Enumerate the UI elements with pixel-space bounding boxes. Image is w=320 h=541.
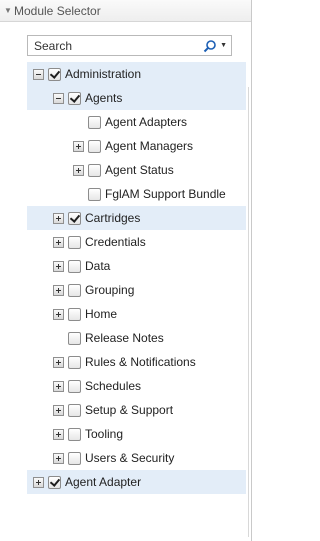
expand-plus-icon[interactable] [53,284,64,296]
tree-item-label[interactable]: Credentials [85,235,146,249]
tree-row[interactable]: Credentials [27,230,246,254]
tree-checkbox[interactable] [68,427,81,441]
expand-plus-icon[interactable] [53,308,64,320]
tree-row[interactable]: Home [27,302,246,326]
tree-item-label[interactable]: Agent Adapters [105,115,187,129]
tree-row[interactable]: Setup & Support [27,398,246,422]
tree-checkbox[interactable] [68,355,81,369]
expand-plus-icon[interactable] [53,404,64,416]
tree-row[interactable]: Grouping [27,278,246,302]
content-divider [248,87,249,537]
tree-checkbox[interactable] [68,403,81,417]
tree-checkbox[interactable] [48,475,61,489]
tree-item-label[interactable]: Setup & Support [85,403,173,417]
tree-checkbox[interactable] [68,211,81,225]
expand-plus-icon[interactable] [53,212,64,224]
tree-row[interactable]: Cartridges [27,206,246,230]
tree-checkbox[interactable] [68,283,81,297]
search-icon [203,39,216,52]
tree-item-label[interactable]: Home [85,307,117,321]
tree-item-label[interactable]: Data [85,259,110,273]
tree-item-label[interactable]: Agent Adapter [65,475,141,489]
tree-item-label[interactable]: Cartridges [85,211,140,225]
tree-item-label[interactable]: Agent Status [105,163,174,177]
tree-checkbox[interactable] [68,91,81,105]
module-selector-panel: ▼ Module Selector ▼ Administration Agents… [0,0,252,541]
tree-row[interactable]: Release Notes [27,326,246,350]
tree-checkbox[interactable] [88,163,101,177]
tree-item-label[interactable]: Agent Managers [105,139,193,153]
module-tree: Administration Agents Agent Adapters Agent … [27,62,252,541]
expand-plus-icon[interactable] [53,356,64,368]
tree-row[interactable]: Users & Security [27,446,246,470]
expand-plus-icon[interactable] [53,380,64,392]
collapse-minus-icon[interactable] [33,68,44,80]
search-options-button[interactable]: ▼ [203,37,227,54]
tree-row[interactable]: Agent Adapters [27,110,246,134]
tree-checkbox[interactable] [88,139,101,153]
tree-row[interactable]: Agent Adapter [27,470,246,494]
tree-row[interactable]: Tooling [27,422,246,446]
tree-item-label[interactable]: Tooling [85,427,123,441]
expand-plus-icon[interactable] [53,260,64,272]
tree-item-label[interactable]: FglAM Support Bundle [105,187,226,201]
chevron-down-icon: ▼ [220,42,227,49]
tree-item-label[interactable]: Administration [65,67,141,81]
tree-checkbox[interactable] [88,115,101,129]
tree-row[interactable]: Agent Status [27,158,246,182]
expand-plus-icon[interactable] [53,428,64,440]
tree-row[interactable]: Schedules [27,374,246,398]
tree-row[interactable]: FglAM Support Bundle [27,182,246,206]
panel-title: Module Selector [14,3,101,18]
collapse-minus-icon[interactable] [53,92,64,104]
tree-item-label[interactable]: Release Notes [85,331,164,345]
expand-plus-icon[interactable] [73,164,84,176]
tree-item-label[interactable]: Schedules [85,379,141,393]
tree-checkbox[interactable] [68,331,81,345]
tree-item-label[interactable]: Grouping [85,283,134,297]
tree-item-label[interactable]: Rules & Notifications [85,355,196,369]
tree-checkbox[interactable] [88,187,101,201]
tree-checkbox[interactable] [68,451,81,465]
expand-plus-icon[interactable] [33,476,44,488]
tree-checkbox[interactable] [48,67,61,81]
tree-row[interactable]: Administration [27,62,246,86]
tree-row[interactable]: Agents [27,86,246,110]
search-box: ▼ [27,35,232,56]
expand-plus-icon[interactable] [73,140,84,152]
tree-item-label[interactable]: Agents [85,91,122,105]
tree-row[interactable]: Data [27,254,246,278]
tree-checkbox[interactable] [68,307,81,321]
expand-plus-icon[interactable] [53,236,64,248]
collapse-triangle-icon[interactable]: ▼ [2,6,14,15]
expand-plus-icon[interactable] [53,452,64,464]
panel-header[interactable]: ▼ Module Selector [0,0,251,22]
tree-item-label[interactable]: Users & Security [85,451,174,465]
tree-checkbox[interactable] [68,235,81,249]
tree-row[interactable]: Agent Managers [27,134,246,158]
search-input[interactable] [28,36,188,55]
tree-row[interactable]: Rules & Notifications [27,350,246,374]
tree-checkbox[interactable] [68,259,81,273]
tree-checkbox[interactable] [68,379,81,393]
